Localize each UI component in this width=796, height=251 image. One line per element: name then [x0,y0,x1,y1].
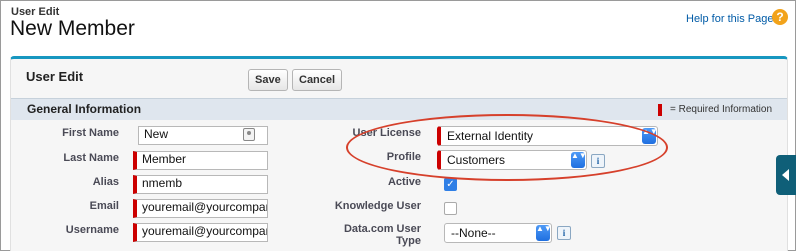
datacom-user-type-label: Data.com User Type [343,223,421,247]
last-name-input[interactable]: Member [133,151,268,170]
required-marker [658,104,662,116]
alias-label: Alias [92,176,119,188]
section-header-general-information: General Information = Required Informati… [11,98,787,120]
select-arrows-icon: ▲▼ [536,225,552,241]
knowledge-user-label: Knowledge User [334,200,421,212]
active-label: Active [387,176,421,188]
username-label: Username [65,224,119,236]
highlight-ellipse [346,114,668,181]
username-input[interactable]: youremail@yourcompan [133,223,268,242]
sidebar-expand-tab[interactable] [776,155,796,195]
page-title: New Member [10,17,135,40]
email-input[interactable]: youremail@yourcompan [133,199,268,218]
datacom-user-type-value: --None-- [451,226,496,240]
active-checkbox[interactable]: ✓ [444,178,457,191]
datacom-user-type-select[interactable]: --None-- ▲▼ [444,223,552,243]
datacom-info-icon[interactable]: i [557,226,571,240]
knowledge-user-checkbox[interactable] [444,202,457,215]
cancel-button[interactable]: Cancel [292,69,343,91]
alias-input[interactable]: nmemb [133,175,268,194]
email-label: Email [89,200,119,212]
contact-card-icon[interactable] [243,128,255,141]
panel-title: User Edit [26,69,84,84]
first-name-label: First Name [62,127,119,139]
last-name-label: Last Name [63,152,119,164]
help-icon[interactable]: ? [772,9,788,25]
help-link[interactable]: Help for this Page [686,13,773,25]
window-frame: User Edit New Member Help for this Page … [0,0,796,251]
section-title: General Information [27,102,142,116]
required-note: = Required Information [670,104,773,115]
save-button[interactable]: Save [248,69,288,91]
